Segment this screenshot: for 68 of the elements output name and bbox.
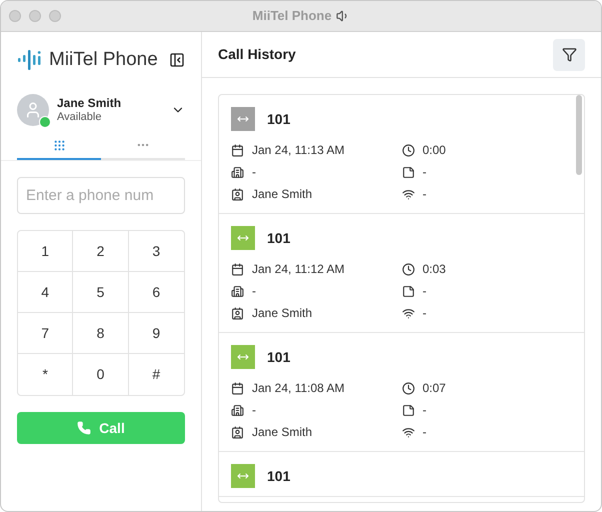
- call-detail: -: [422, 164, 426, 181]
- call-detail: 0:03: [422, 261, 446, 278]
- clock-icon: [402, 382, 414, 394]
- contact-card-icon: [231, 188, 244, 200]
- logo-text: MiiTel Phone: [49, 48, 158, 72]
- call-number: 101: [267, 466, 290, 486]
- avatar: [17, 94, 49, 126]
- clock-icon: [402, 144, 414, 156]
- call-number: 101: [267, 228, 290, 248]
- filter-icon: [562, 47, 576, 62]
- keypad-icon: [52, 138, 66, 152]
- keypad-key[interactable]: 5: [73, 272, 129, 313]
- wifi-icon: [402, 426, 414, 438]
- call-detail: -: [252, 283, 256, 300]
- note-icon: [402, 404, 414, 416]
- keypad-key[interactable]: 2: [73, 231, 129, 272]
- call-detail: -: [252, 164, 256, 181]
- keypad-key[interactable]: 0: [73, 354, 129, 395]
- keypad-key[interactable]: 9: [128, 313, 184, 354]
- wifi-icon: [402, 306, 414, 320]
- keypad-key[interactable]: #: [128, 354, 184, 395]
- call-detail: -: [422, 186, 426, 203]
- collapse-sidebar-icon[interactable]: [169, 52, 185, 68]
- user-name: Jane Smith: [57, 96, 122, 111]
- wifi-icon: [402, 188, 414, 200]
- contact-card-icon: [231, 426, 244, 438]
- keypad-key[interactable]: *: [18, 354, 74, 395]
- keypad-key[interactable]: 6: [128, 272, 184, 313]
- scrollbar[interactable]: [576, 95, 582, 175]
- phone-icon: [77, 421, 92, 435]
- window-control[interactable]: [9, 10, 21, 22]
- call-detail: Jan 24, 11:12 AM: [252, 261, 345, 278]
- keypad-key[interactable]: 3: [128, 231, 184, 272]
- user-status: Available: [57, 110, 102, 124]
- clock-icon: [402, 262, 414, 276]
- call-detail: Jan 24, 11:13 AM: [252, 142, 345, 159]
- page-title: Call History: [218, 45, 296, 64]
- filter-button[interactable]: [553, 38, 585, 70]
- keypad-key[interactable]: 1: [18, 231, 74, 272]
- calendar-icon: [231, 262, 244, 276]
- calendar-icon: [231, 144, 244, 156]
- call-detail: -: [422, 305, 426, 322]
- call-detail: -: [422, 283, 426, 300]
- building-icon: [231, 284, 244, 298]
- call-detail: -: [252, 402, 256, 419]
- calendar-icon: [231, 382, 244, 394]
- phone-number-field[interactable]: Enter a phone num: [17, 177, 185, 214]
- call-number: 101: [267, 348, 290, 366]
- contact-card-icon: [231, 306, 244, 320]
- building-icon: [231, 404, 244, 416]
- call-detail: -: [422, 402, 426, 419]
- keypad-key[interactable]: 7: [18, 313, 74, 354]
- call-detail: -: [422, 424, 426, 441]
- call-detail: Jane Smith: [252, 424, 312, 441]
- call-detail: Jane Smith: [252, 186, 312, 203]
- call-number: 101: [267, 110, 290, 128]
- window-control[interactable]: [49, 10, 61, 22]
- keypad-key[interactable]: 8: [73, 313, 129, 354]
- window-control[interactable]: [29, 10, 41, 22]
- note-icon: [402, 166, 414, 178]
- call-detail: 0:07: [422, 380, 446, 397]
- call-detail: Jane Smith: [252, 305, 312, 322]
- note-icon: [402, 284, 414, 298]
- window-title: MiiTel Phone: [252, 7, 332, 26]
- building-icon: [231, 166, 244, 178]
- call-detail: 0:00: [422, 142, 446, 159]
- call-detail: Jan 24, 11:08 AM: [252, 380, 345, 397]
- keypad-key[interactable]: 4: [18, 272, 74, 313]
